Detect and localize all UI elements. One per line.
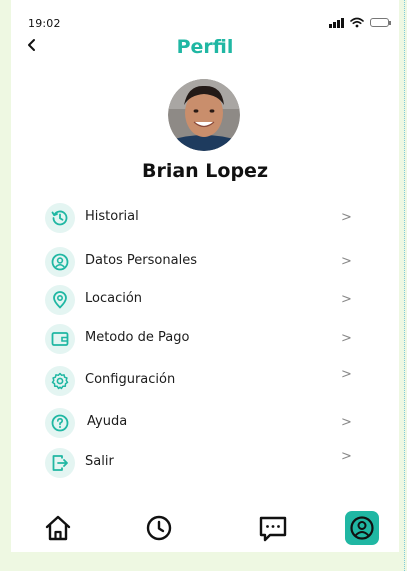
wallet-icon [51,332,69,346]
menu-label-metodo-de-pago: Metodo de Pago [85,330,190,345]
menu-icon-container [45,247,75,277]
tab-home[interactable] [41,511,75,545]
menu-item-datos-personales[interactable]: Datos Personales > [45,247,365,279]
status-icons [329,17,391,28]
menu-item-metodo-de-pago[interactable]: Metodo de Pago > [45,324,365,356]
avatar [168,79,240,151]
help-icon [51,414,69,432]
clock-icon [146,515,172,541]
user-icon [51,253,69,271]
chevron-right-icon: > [341,331,352,346]
tab-profile[interactable] [345,511,379,545]
avatar-photo [168,79,240,151]
menu-icon-container [45,366,75,396]
tab-bar [11,505,399,550]
menu-label-datos-personales: Datos Personales [85,253,197,268]
menu-icon-container [45,203,75,233]
location-pin-icon [53,291,67,309]
menu-icon-container [45,324,75,354]
menu-item-configuracion[interactable]: Configuración > [45,366,365,398]
menu-label-ayuda: Ayuda [87,414,128,429]
menu-icon-container [45,408,75,438]
menu-label-historial: Historial [85,209,139,224]
chevron-right-icon: > [341,415,352,430]
status-bar: 19:02 [11,0,399,30]
battery-icon [370,18,391,27]
phone-screen: 19:02 Perfil Brian Lopez Historial > Dat… [11,0,399,552]
profile-icon [350,516,374,540]
status-time: 19:02 [28,17,61,30]
user-name: Brian Lopez [141,160,269,182]
chat-icon [259,516,287,542]
chevron-right-icon: > [341,210,352,225]
menu-icon-container [45,448,75,478]
chevron-right-icon: > [341,254,352,269]
header: Perfil [11,32,399,64]
frame-border [404,0,405,571]
menu-icon-container [45,285,75,315]
chevron-right-icon: > [341,292,352,307]
menu-item-locacion[interactable]: Locación > [45,285,365,317]
chevron-right-icon: > [341,367,352,382]
tab-history[interactable] [142,511,176,545]
menu-label-salir: Salir [85,454,114,469]
wifi-icon [350,17,364,28]
page-title: Perfil [176,36,234,58]
menu-label-configuracion: Configuración [85,372,176,387]
signal-icon [329,17,344,28]
menu-item-ayuda[interactable]: Ayuda > [45,408,365,440]
home-icon [45,515,71,541]
gear-icon [51,372,69,390]
history-icon [51,210,68,226]
menu-item-historial[interactable]: Historial > [45,203,365,235]
menu-item-salir[interactable]: Salir > [45,448,365,480]
chevron-right-icon: > [341,449,352,464]
tab-messages[interactable] [256,511,290,545]
menu-label-locacion: Locación [85,291,143,306]
logout-icon [52,455,68,471]
